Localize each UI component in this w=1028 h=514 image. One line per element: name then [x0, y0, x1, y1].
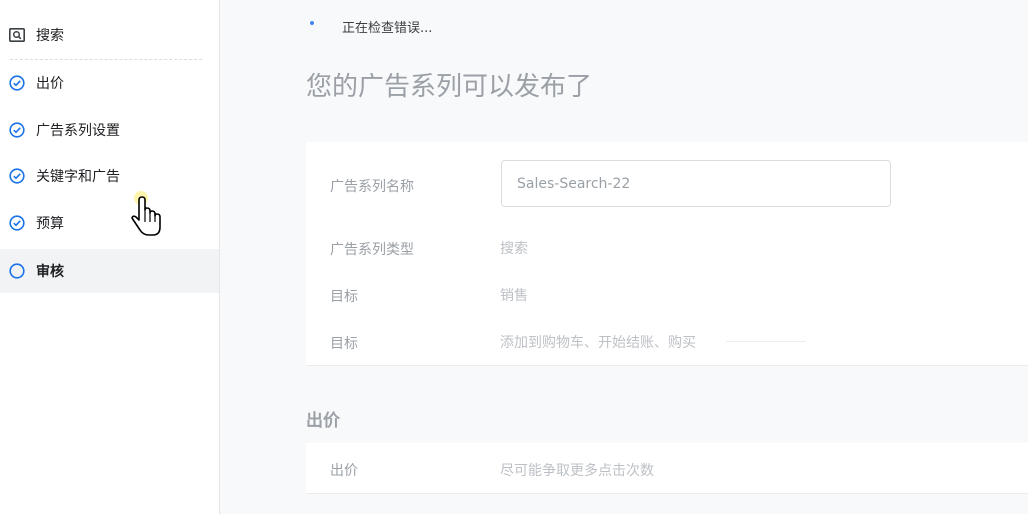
sidebar-item-bidding[interactable]: 出价 — [0, 61, 219, 105]
campaign-name-input[interactable] — [501, 160, 891, 207]
error-check-status: 正在检查错误... — [308, 14, 432, 38]
campaign-settings-card: 广告系列名称 广告系列类型 搜索 目标 销售 目标 添加到购物车、开始结账、购买 — [306, 142, 1028, 366]
goal-value: 销售 — [500, 288, 528, 304]
sidebar-item-label: 关键字和广告 — [36, 169, 120, 185]
empty-circle-icon — [8, 262, 26, 280]
sidebar-item-label: 搜索 — [36, 28, 64, 44]
sidebar-item-label: 预算 — [36, 216, 64, 232]
search-box-icon — [8, 26, 26, 44]
check-circle-icon — [8, 121, 26, 139]
page-title: 您的广告系列可以发布了 — [306, 72, 593, 102]
sidebar-item-label: 出价 — [36, 76, 64, 92]
conversion-goal-label: 目标 — [330, 336, 358, 352]
goal-label: 目标 — [330, 289, 358, 305]
divider — [726, 341, 806, 342]
sidebar: 搜索 出价 广告系列设置 关键字和广告 预算 审核 — [0, 0, 220, 514]
check-circle-icon — [8, 74, 26, 92]
sidebar-divider — [10, 59, 202, 60]
conversion-goal-value: 添加到购物车、开始结账、购买 — [500, 335, 696, 351]
bidding-card: 出价 尽可能争取更多点击次数 — [306, 443, 1028, 494]
campaign-type-value: 搜索 — [500, 241, 528, 257]
sidebar-item-keywords-ads[interactable]: 关键字和广告 — [0, 154, 219, 198]
bidding-label: 出价 — [330, 463, 358, 479]
bidding-section-title: 出价 — [306, 411, 340, 431]
sidebar-item-campaign-settings[interactable]: 广告系列设置 — [0, 108, 219, 152]
main-content: 正在检查错误... 您的广告系列可以发布了 广告系列名称 广告系列类型 搜索 目… — [220, 0, 1028, 514]
app-window: 搜索 出价 广告系列设置 关键字和广告 预算 审核 正在检查错误... 您的广告… — [0, 0, 1028, 514]
bidding-value: 尽可能争取更多点击次数 — [500, 463, 654, 479]
checking-text: 正在检查错误... — [342, 20, 433, 36]
check-circle-icon — [8, 214, 26, 232]
sidebar-item-review[interactable]: 审核 — [0, 249, 219, 293]
campaign-name-label: 广告系列名称 — [330, 179, 414, 195]
sidebar-item-label: 审核 — [36, 264, 64, 280]
sidebar-item-search[interactable]: 搜索 — [0, 13, 219, 57]
check-circle-icon — [8, 167, 26, 185]
campaign-type-label: 广告系列类型 — [330, 242, 414, 258]
sidebar-item-budget[interactable]: 预算 — [0, 201, 219, 245]
loading-spinner-icon — [308, 19, 322, 33]
hand-cursor-icon — [128, 190, 168, 242]
sidebar-item-label: 广告系列设置 — [36, 123, 120, 139]
